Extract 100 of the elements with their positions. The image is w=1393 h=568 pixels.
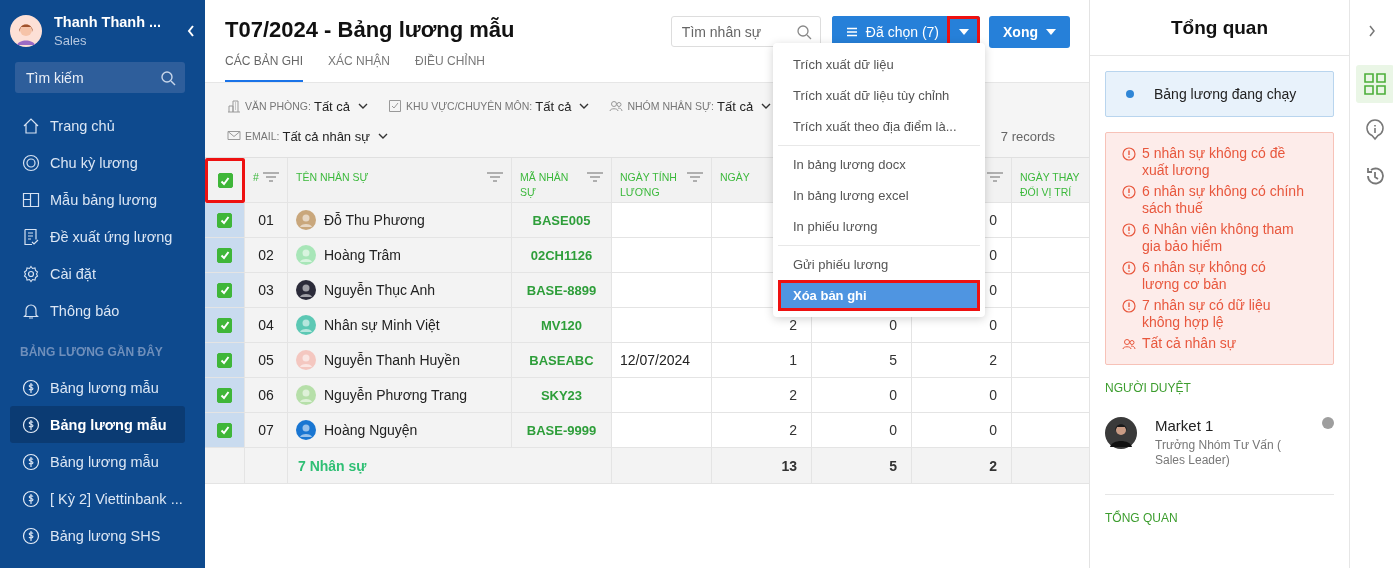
- nav-item[interactable]: Cài đặt: [10, 255, 185, 292]
- table-cell: MV120: [512, 308, 612, 343]
- nav-item[interactable]: Chu kỳ lương: [10, 144, 185, 181]
- row-checkbox[interactable]: [217, 317, 232, 333]
- section-heading: BẢNG LƯƠNG GẦN ĐÂY: [19, 345, 164, 359]
- filter-icon[interactable]: [263, 172, 279, 182]
- search-icon: [795, 23, 812, 40]
- checkbox-icon: [388, 99, 403, 113]
- info-icon: [1364, 119, 1386, 141]
- row-checkbox[interactable]: [217, 247, 232, 263]
- table-cell: 06: [245, 378, 288, 413]
- column-header: MÃ NHÂN SỰ: [520, 170, 570, 200]
- row-checkbox[interactable]: [217, 387, 232, 403]
- tab[interactable]: ĐIỀU CHỈNH: [415, 54, 486, 82]
- nav-item[interactable]: Trang chủ: [10, 107, 185, 144]
- employee-name: Đỗ Thu Phương: [324, 212, 425, 228]
- recent-item[interactable]: Bảng lương SHS: [10, 517, 185, 554]
- filter-dropdown[interactable]: NHÓM NHÂN SỰ: Tất cả: [609, 98, 772, 114]
- section-heading: NGƯỜI DUYỆT: [1105, 381, 1192, 395]
- menu-item[interactable]: In bảng lương docx: [778, 149, 980, 180]
- dollar-icon: [22, 526, 40, 545]
- table-cell: 07: [245, 413, 288, 448]
- dollar-icon: [22, 489, 40, 508]
- row-checkbox[interactable]: [217, 212, 232, 228]
- table-cell: 7 Nhân sự: [288, 448, 612, 484]
- table-cell: 13: [712, 448, 812, 484]
- table-cell: BASE-8899: [512, 273, 612, 308]
- filter-icon[interactable]: [487, 172, 503, 182]
- column-header: NGÀY TÍNH LƯƠNG: [620, 170, 678, 200]
- employee-name: Nguyễn Phương Trang: [324, 387, 468, 403]
- warning-icon: [1122, 261, 1136, 275]
- record-count: 7 records: [1000, 128, 1055, 144]
- nav-item[interactable]: Thông báo: [10, 292, 185, 329]
- bell-icon: [22, 301, 40, 320]
- caret-icon: [1046, 29, 1056, 35]
- table-cell: 0: [912, 378, 1012, 413]
- warning-icon: [1122, 299, 1136, 313]
- chevron-icon: [377, 133, 388, 139]
- table-cell: 1: [712, 343, 812, 378]
- row-checkbox[interactable]: [217, 282, 232, 298]
- filter-icon[interactable]: [587, 172, 603, 182]
- dollar-icon: [22, 415, 40, 434]
- menu-item[interactable]: Trích xuất theo địa điểm là...: [778, 111, 980, 142]
- done-button[interactable]: Xong: [989, 16, 1070, 48]
- history-icon: [1364, 165, 1386, 187]
- dollar-icon: [22, 378, 40, 397]
- warning-text: 6 Nhân viên không tham gia bảo hiểm: [1142, 221, 1295, 255]
- table-cell: BASE005: [512, 203, 612, 238]
- nav-item[interactable]: Đề xuất ứng lương: [10, 218, 185, 255]
- chevron-icon: [761, 103, 772, 109]
- mail-icon: [227, 129, 241, 143]
- table-cell: BASEABC: [512, 343, 612, 378]
- employee-name: Hoàng Trâm: [324, 247, 402, 263]
- employee-name: Nguyễn Thục Anh: [324, 282, 436, 298]
- settings-icon: [22, 264, 40, 283]
- table-cell: 02CH1126: [512, 238, 612, 273]
- grid-icon: [1364, 73, 1386, 95]
- row-checkbox[interactable]: [217, 422, 232, 438]
- collapse-icon[interactable]: [187, 25, 195, 37]
- menu-item[interactable]: Trích xuất dữ liệu: [778, 49, 980, 80]
- employee-name: Hoàng Nguyện: [324, 422, 418, 438]
- table-cell: BASE-9999: [512, 413, 612, 448]
- chevron-icon: [579, 103, 590, 109]
- building-icon: [227, 99, 241, 113]
- recent-item[interactable]: Bảng lương mẫu: [10, 406, 185, 443]
- filter-icon[interactable]: [987, 172, 1003, 182]
- table-cell: 01: [245, 203, 288, 238]
- nav-item[interactable]: Mẫu bảng lương: [10, 181, 185, 218]
- column-header: TÊN NHÂN SỰ: [296, 170, 370, 185]
- people-icon: [609, 99, 624, 113]
- menu-item[interactable]: Trích xuất dữ liệu tùy chỉnh: [778, 80, 980, 111]
- table-cell: 03: [245, 273, 288, 308]
- column-header: NGÀY THAY ĐỔI VỊ TRÍ: [1020, 170, 1081, 200]
- filter-dropdown[interactable]: KHU VỰC/CHUYÊN MÔN: Tất cả: [388, 98, 590, 114]
- chevron-icon[interactable]: [1368, 25, 1376, 37]
- recent-item[interactable]: Bảng lương mẫu: [10, 443, 185, 480]
- filter-icon[interactable]: [687, 172, 703, 182]
- search-field[interactable]: Tìm kiếm: [15, 62, 185, 93]
- warning-text: 7 nhân sự có dữ liệu không hợp lệ: [1142, 297, 1272, 331]
- filter-dropdown[interactable]: EMAIL: Tất cả nhân sự: [227, 128, 388, 144]
- table-cell: SKY23: [512, 378, 612, 413]
- select-all-checkbox[interactable]: [217, 173, 233, 188]
- filter-dropdown[interactable]: VĂN PHÒNG: Tất cả: [227, 98, 369, 114]
- recent-item[interactable]: [ Kỳ 2] Viettinbank ...: [10, 480, 185, 517]
- section-heading: TỔNG QUAN: [1105, 511, 1179, 525]
- tab[interactable]: XÁC NHẬN: [328, 54, 391, 82]
- circle-icon: [22, 153, 40, 172]
- row-checkbox[interactable]: [217, 352, 232, 368]
- search-field[interactable]: Tìm nhân sự: [670, 16, 821, 47]
- document-icon: [22, 227, 40, 246]
- table-cell: 0: [812, 378, 912, 413]
- avatar-icon: [10, 15, 42, 47]
- column-header: #: [253, 170, 260, 185]
- layout-icon: [22, 190, 40, 209]
- rail-button[interactable]: [1356, 65, 1393, 103]
- recent-item[interactable]: Bảng lương mẫu: [10, 369, 185, 406]
- table-cell: [245, 448, 288, 484]
- approver-role: Trưởng Nhóm Tư Vấn ( Sales Leader): [1155, 438, 1282, 468]
- people-icon: [1122, 337, 1136, 351]
- warning-text: 5 nhân sự không có đề xuất lương: [1142, 145, 1287, 179]
